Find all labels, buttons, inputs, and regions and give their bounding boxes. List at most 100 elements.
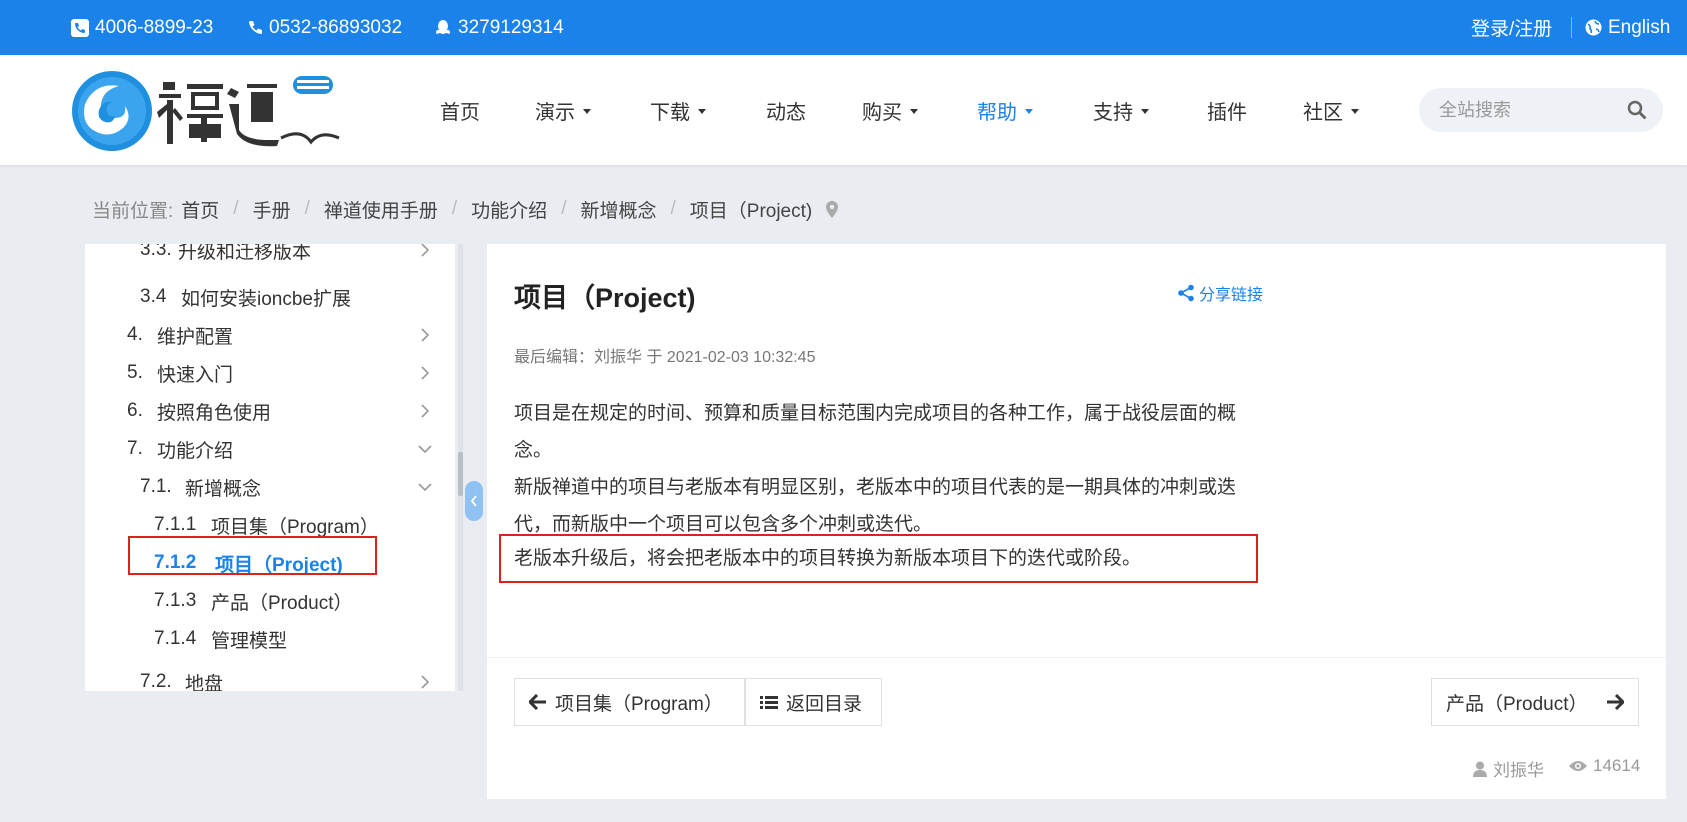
arrow-left-icon — [529, 694, 546, 710]
nav-item-help[interactable]: 帮助 — [977, 55, 1033, 165]
toc-item-7-1-4[interactable]: 7.1.4 管理模型 — [85, 620, 455, 658]
toc-label: 项目集（Program） — [211, 516, 379, 538]
toc-label: 产品（Product） — [211, 592, 353, 614]
toc-item-3-4[interactable]: 3.4 如何安装ioncbe扩展 — [85, 278, 455, 316]
chevron-right-icon — [421, 366, 430, 380]
toc-number: 3.4 — [140, 286, 167, 307]
sidebar-scroll-thumb[interactable] — [458, 452, 463, 496]
toc-item-7-2[interactable]: 7.2. 地盘 — [85, 663, 455, 691]
toc-item-6[interactable]: 6. 按照角色使用 — [85, 392, 455, 430]
prev-page-label[interactable]: 项目集（Program） — [555, 689, 723, 716]
paragraph-line: 项目是在规定的时间、预算和质量目标范围内完成项目的各种工作，属于战役层面的概 — [514, 403, 1237, 424]
active-item-highlight — [128, 536, 377, 575]
share-label[interactable]: 分享链接 — [1199, 281, 1263, 305]
nav-item-download[interactable]: 下载 — [650, 55, 706, 165]
toc-number: 7.1.4 — [154, 628, 197, 649]
toc-number: 7. — [127, 438, 143, 459]
user-icon — [1473, 761, 1487, 777]
chevron-right-icon — [421, 244, 430, 257]
nav-item-community[interactable]: 社区 — [1303, 55, 1359, 165]
phone-hotline: 4006-8899-23 — [71, 0, 213, 55]
breadcrumb-separator: / — [304, 198, 310, 219]
paragraph-highlight — [499, 534, 1258, 583]
qq-contact: 3279129314 — [434, 0, 564, 55]
share-link-button[interactable]: 分享链接 — [1177, 281, 1263, 305]
chevron-right-icon — [421, 404, 430, 418]
map-marker-icon — [826, 200, 839, 218]
chevron-down-icon — [698, 108, 706, 114]
phone-square-icon — [71, 18, 89, 37]
toc-label: 地盘 — [185, 673, 224, 692]
chevron-left-icon — [470, 495, 477, 507]
nav-item-plugins[interactable]: 插件 — [1207, 55, 1247, 165]
toc-item-3-3[interactable]: 3.3. 升级和迁移版本 — [85, 244, 455, 269]
toc-label: 新增概念 — [185, 478, 262, 500]
phone-icon — [249, 20, 262, 34]
author-name: 刘振华 — [1493, 761, 1544, 780]
qq-icon — [436, 19, 450, 34]
breadcrumb-label: 当前位置: — [92, 200, 174, 222]
toc-item-7-1[interactable]: 7.1. 新增概念 — [85, 468, 455, 506]
next-page-button[interactable]: 产品（Product） — [1431, 678, 1639, 726]
collapse-sidebar-button[interactable] — [465, 481, 483, 521]
nav-label: 插件 — [1207, 101, 1247, 124]
toc-label: 管理模型 — [211, 630, 288, 652]
nav-item-demo[interactable]: 演示 — [535, 55, 591, 165]
nav-item-home[interactable]: 首页 — [440, 55, 480, 165]
top-bar: 4006-8899-23 0532-86893032 3279129314 登录… — [0, 0, 1687, 55]
phone2-text: 0532-86893032 — [269, 16, 403, 38]
nav-item-support[interactable]: 支持 — [1093, 55, 1149, 165]
chevron-down-icon — [1025, 108, 1033, 114]
breadcrumb-item[interactable]: 新增概念 — [580, 196, 656, 223]
share-icon — [1178, 284, 1194, 302]
article-panel: 项目（Project) 分享链接 最后编辑：刘振华 于 2021-02-03 1… — [487, 244, 1666, 799]
login-link[interactable]: 登录/注册 — [1471, 0, 1552, 55]
paragraph-2: 新版禅道中的项目与老版本有明显区别，老版本中的项目代表的是一期具体的冲刺或迭 代… — [514, 469, 1244, 543]
breadcrumb-item[interactable]: 手册 — [253, 196, 291, 223]
site-search — [1419, 88, 1663, 132]
breadcrumb-item[interactable]: 首页 — [181, 196, 219, 223]
nav-label: 支持 — [1093, 101, 1133, 124]
next-page-label[interactable]: 产品（Product） — [1446, 689, 1587, 716]
globe-icon — [1585, 19, 1602, 36]
toc-item-7[interactable]: 7. 功能介绍 — [85, 430, 455, 468]
main-header: 首页 演示 下载 动态 购买 帮助 支持 插件 社区 — [0, 55, 1687, 165]
breadcrumb-item[interactable]: 禅道使用手册 — [324, 196, 438, 223]
toc-item-5[interactable]: 5. 快速入门 — [85, 354, 455, 392]
language-switch[interactable]: English — [1585, 0, 1670, 55]
paragraph-1: 项目是在规定的时间、预算和质量目标范围内完成项目的各种工作，属于战役层面的概 念… — [514, 395, 1244, 469]
back-to-toc-button[interactable]: 返回目录 — [745, 678, 882, 726]
nav-item-buy[interactable]: 购买 — [862, 55, 918, 165]
zentao-logo[interactable] — [71, 68, 341, 154]
chevron-down-icon — [1141, 108, 1149, 114]
toc-number: 5. — [127, 362, 143, 383]
language-text[interactable]: English — [1608, 17, 1670, 39]
breadcrumb-separator: / — [233, 198, 239, 219]
qq-text: 3279129314 — [458, 16, 564, 38]
login-text[interactable]: 登录/注册 — [1471, 14, 1552, 41]
eye-icon — [1569, 761, 1587, 771]
toc-number: 3.3. — [140, 244, 172, 260]
search-icon[interactable] — [1627, 100, 1647, 120]
toc-label: 如何安装ioncbe扩展 — [181, 288, 351, 310]
chevron-right-icon — [421, 675, 430, 689]
toc-label: 维护配置 — [157, 326, 234, 348]
nav-item-news[interactable]: 动态 — [766, 55, 806, 165]
nav-label: 首页 — [440, 101, 480, 124]
toc-label: 升级和迁移版本 — [178, 244, 312, 263]
toc-item-4[interactable]: 4. 维护配置 — [85, 316, 455, 354]
search-input[interactable] — [1439, 99, 1619, 121]
chevron-down-icon — [910, 108, 918, 114]
toc-item-7-1-3[interactable]: 7.1.3 产品（Product） — [85, 582, 455, 620]
prev-page-button[interactable]: 项目集（Program） — [514, 678, 745, 726]
phone-landline: 0532-86893032 — [247, 0, 402, 55]
chevron-down-icon — [418, 445, 432, 454]
toc-number: 7.1.1 — [154, 514, 197, 535]
view-count-value: 14614 — [1593, 756, 1641, 775]
back-to-toc-label[interactable]: 返回目录 — [786, 689, 862, 716]
last-edit-meta: 最后编辑：刘振华 于 2021-02-03 10:32:45 — [514, 349, 816, 366]
toc-number: 7.1.3 — [154, 590, 197, 611]
breadcrumb-separator: / — [561, 198, 567, 219]
topbar-divider — [1571, 17, 1572, 38]
breadcrumb-item[interactable]: 功能介绍 — [471, 196, 547, 223]
